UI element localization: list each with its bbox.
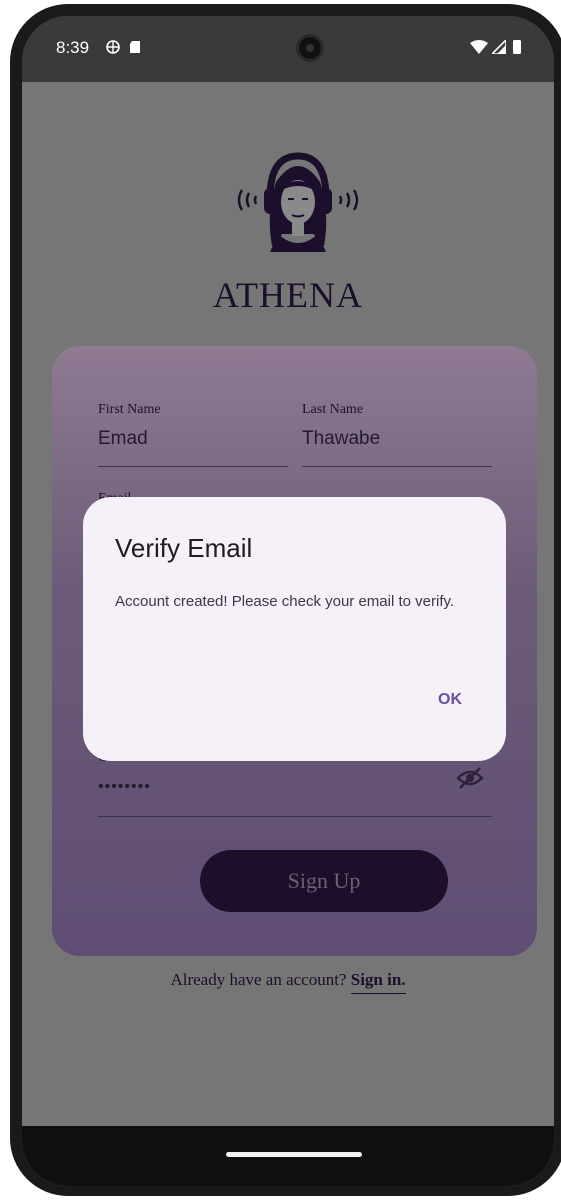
last-name-label: Last Name [302, 402, 364, 417]
phone-screen: 8:39 ATHENA First Name Emad Last Name Th… [22, 16, 554, 1186]
status-bar: 8:39 [22, 16, 554, 82]
navigation-bar [22, 1126, 554, 1186]
confirm-password-underline [98, 816, 492, 817]
athena-headphones-logo-icon [237, 152, 359, 252]
sign-up-button[interactable]: Sign Up [200, 850, 448, 912]
signup-screen: ATHENA First Name Emad Last Name Thawabe… [22, 82, 554, 1186]
front-camera [296, 34, 324, 62]
home-indicator[interactable] [226, 1152, 362, 1157]
vpn-globe-icon [106, 40, 120, 54]
first-name-label: First Name [98, 402, 161, 417]
first-name-input[interactable]: Emad [98, 428, 148, 450]
dialog-title: Verify Email [115, 533, 253, 563]
eye-off-icon[interactable] [456, 766, 484, 790]
first-name-underline [98, 466, 288, 467]
sign-in-link[interactable]: Sign in. [350, 970, 406, 994]
dialog-message: Account created! Please check your email… [115, 593, 455, 610]
last-name-underline [302, 466, 492, 467]
wifi-icon [470, 40, 488, 54]
phone-frame: 8:39 ATHENA First Name Emad Last Name Th… [10, 4, 561, 1196]
dialog-ok-button[interactable]: OK [438, 691, 462, 709]
confirm-password-input[interactable]: •••••••• [98, 778, 151, 796]
sd-card-icon [130, 41, 140, 53]
status-time: 8:39 [56, 38, 90, 57]
signin-row: Already have an account? Sign in. [22, 970, 554, 994]
app-title: ATHENA [213, 275, 363, 315]
battery-icon [513, 40, 521, 54]
last-name-input[interactable]: Thawabe [302, 428, 380, 450]
cell-signal-icon [492, 40, 506, 54]
verify-email-dialog: Verify Email Account created! Please che… [83, 497, 506, 761]
signin-prompt: Already have an account? [170, 970, 347, 989]
